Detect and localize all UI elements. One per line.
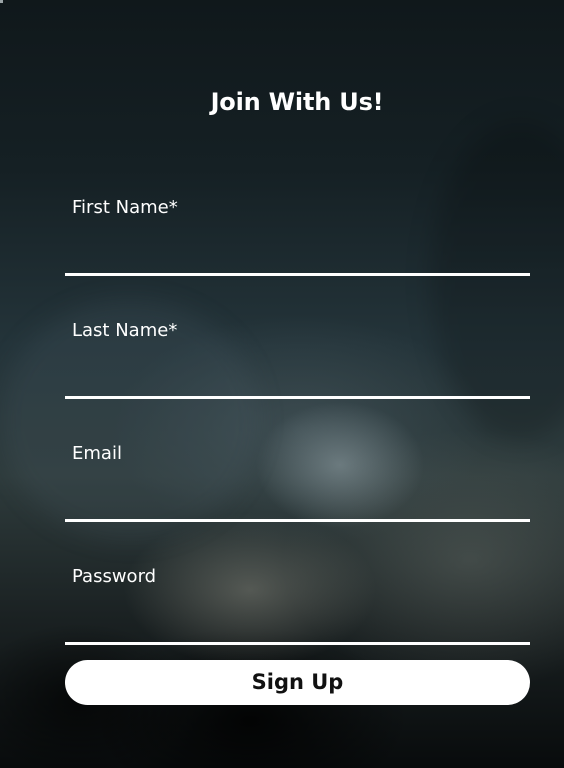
first-name-underline [65,273,530,276]
last-name-input[interactable] [65,349,530,393]
signup-title: Join With Us! [210,88,384,116]
first-name-input[interactable] [65,226,530,270]
email-field[interactable]: Email [65,444,530,522]
signup-page: Join With Us! First Name* Last Name* Ema… [0,0,564,768]
email-input[interactable] [65,472,530,516]
last-name-field[interactable]: Last Name* [65,321,530,399]
sign-up-button[interactable]: Sign Up [65,660,530,705]
password-field[interactable]: Password [65,567,530,645]
password-underline [65,642,530,645]
password-input[interactable] [65,595,530,639]
first-name-label: First Name* [72,197,178,218]
email-underline [65,519,530,522]
first-name-field[interactable]: First Name* [65,198,530,276]
password-label: Password [72,566,157,587]
corner-mark [0,0,3,3]
last-name-label: Last Name* [72,320,178,341]
last-name-underline [65,396,530,399]
email-label: Email [72,443,122,464]
